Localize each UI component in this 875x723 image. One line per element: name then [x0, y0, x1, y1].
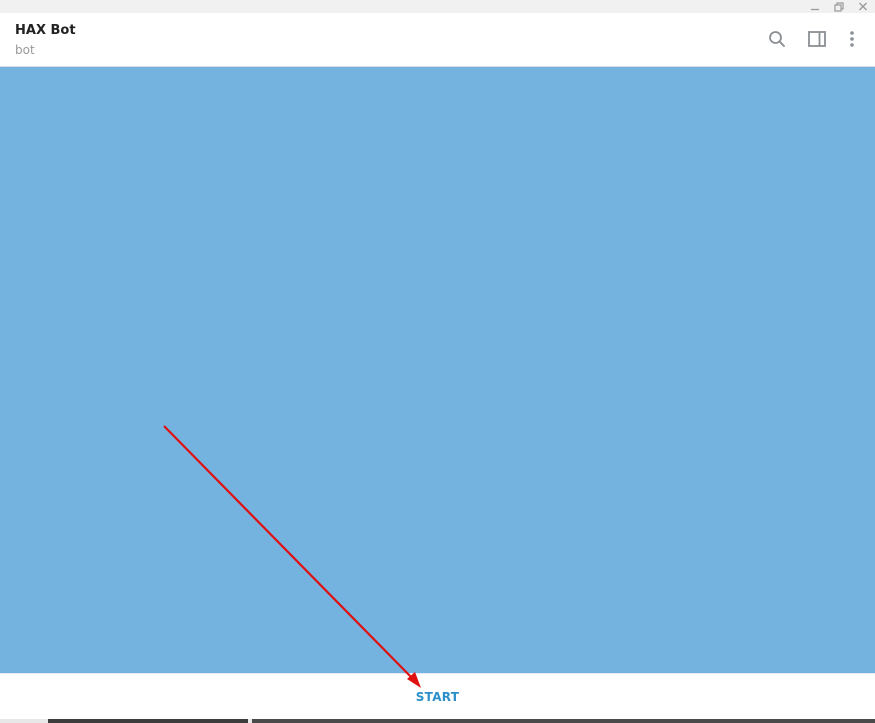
telegram-window: HAX Bot bot START — [0, 0, 875, 723]
close-button[interactable] — [852, 0, 874, 13]
search-icon — [769, 31, 785, 47]
restore-icon — [834, 1, 844, 12]
minimize-button[interactable] — [804, 0, 826, 13]
window-titlebar — [0, 0, 875, 13]
more-menu-button[interactable] — [840, 27, 864, 51]
taskbar-segment — [48, 719, 248, 723]
chat-background — [0, 67, 875, 673]
sidebar-toggle-icon — [808, 31, 826, 47]
chat-header: HAX Bot bot — [0, 13, 875, 67]
taskbar-strip — [0, 719, 875, 723]
chat-status: bot — [15, 43, 35, 57]
close-icon — [859, 2, 867, 10]
taskbar-segment — [252, 719, 875, 723]
bottom-bar: START — [0, 673, 875, 720]
search-button[interactable] — [765, 27, 789, 51]
sidebar-toggle-button[interactable] — [805, 27, 829, 51]
chat-title[interactable]: HAX Bot — [15, 23, 76, 38]
restore-button[interactable] — [828, 0, 850, 13]
start-button[interactable]: START — [0, 674, 875, 720]
minimize-icon — [811, 8, 819, 10]
more-vertical-icon — [850, 31, 854, 47]
